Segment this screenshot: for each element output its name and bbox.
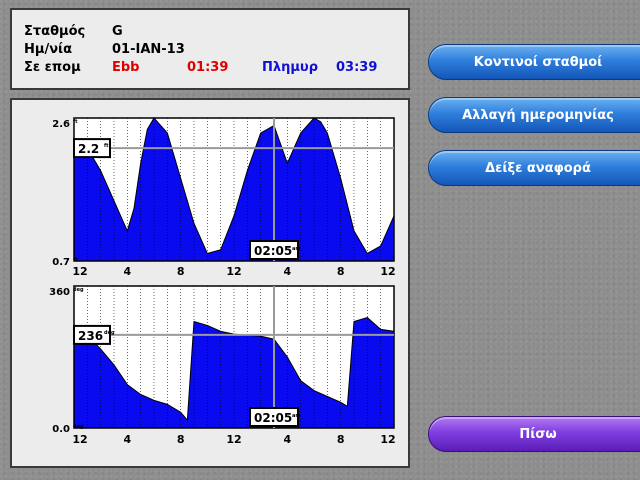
x-tick-label: 12 (226, 265, 241, 278)
x-tick-label: 12 (226, 433, 241, 446)
cursor-time-unit: am (292, 246, 301, 252)
y-min-label: 0.0 (52, 424, 70, 435)
x-tick-label: 4 (124, 433, 132, 446)
cursor-value: 2.2 (78, 142, 99, 156)
x-tick-label: 12 (72, 265, 87, 278)
ebb-label: Ebb (112, 60, 140, 75)
station-label: Σταθμός (24, 24, 86, 39)
x-tick-label: 4 (284, 265, 292, 278)
x-tick-label: 12 (380, 265, 395, 278)
change-date-button[interactable]: Αλλαγή ημερομηνίας (428, 97, 640, 133)
x-tick-label: 12 (72, 433, 87, 446)
date-label: Ημ/νία (24, 42, 73, 57)
y-max-label: 360 (49, 287, 70, 298)
x-tick-label: 8 (337, 265, 345, 278)
cursor-time-unit: am (292, 413, 301, 419)
cursor-time: 02:05 (254, 411, 292, 425)
y-min-unit: deg (73, 424, 84, 430)
ebb-time: 01:39 (187, 60, 229, 75)
tide-chart-panel: 2.6 ft 0.7 ft 12 4 8 12 4 8 12 2.2 ft 02:05 am 360 deg 0.… (10, 98, 410, 468)
back-button[interactable]: Πίσω (428, 416, 640, 452)
now-label: Σε επομ (24, 60, 81, 75)
flood-time: 03:39 (336, 60, 378, 75)
station-info-panel: Σταθμός G Ημ/νία 01-IAN-13 Σε επομ Ebb 0… (10, 8, 410, 90)
x-tick-label: 8 (177, 433, 185, 446)
station-value: G (112, 24, 123, 39)
x-tick-label: 8 (337, 433, 345, 446)
y-min-unit: ft (73, 257, 78, 263)
date-value: 01-IAN-13 (112, 42, 185, 57)
nearby-stations-button[interactable]: Κοντινοί σταθμοί (428, 44, 640, 80)
x-tick-label: 4 (124, 265, 132, 278)
x-tick-label: 12 (380, 433, 395, 446)
x-tick-label: 4 (284, 433, 292, 446)
show-report-button[interactable]: Δείξε αναφορά (428, 150, 640, 186)
cursor-value-unit: ft (104, 143, 109, 149)
y-min-label: 0.7 (52, 257, 70, 268)
tide-charts-svg[interactable]: 2.6 ft0.7 ft12 4 8 12 4 8 122.2 ft02:05 am360 deg0.… (12, 100, 408, 466)
cursor-time: 02:05 (254, 244, 292, 258)
x-tick-label: 8 (177, 265, 185, 278)
y-max-unit: deg (73, 287, 84, 293)
y-max-unit: ft (73, 119, 78, 125)
flood-label: Πλημυρ (262, 60, 319, 75)
cursor-value: 236 (78, 329, 103, 343)
cursor-value-unit: deg (104, 330, 115, 336)
y-max-label: 2.6 (52, 119, 70, 130)
